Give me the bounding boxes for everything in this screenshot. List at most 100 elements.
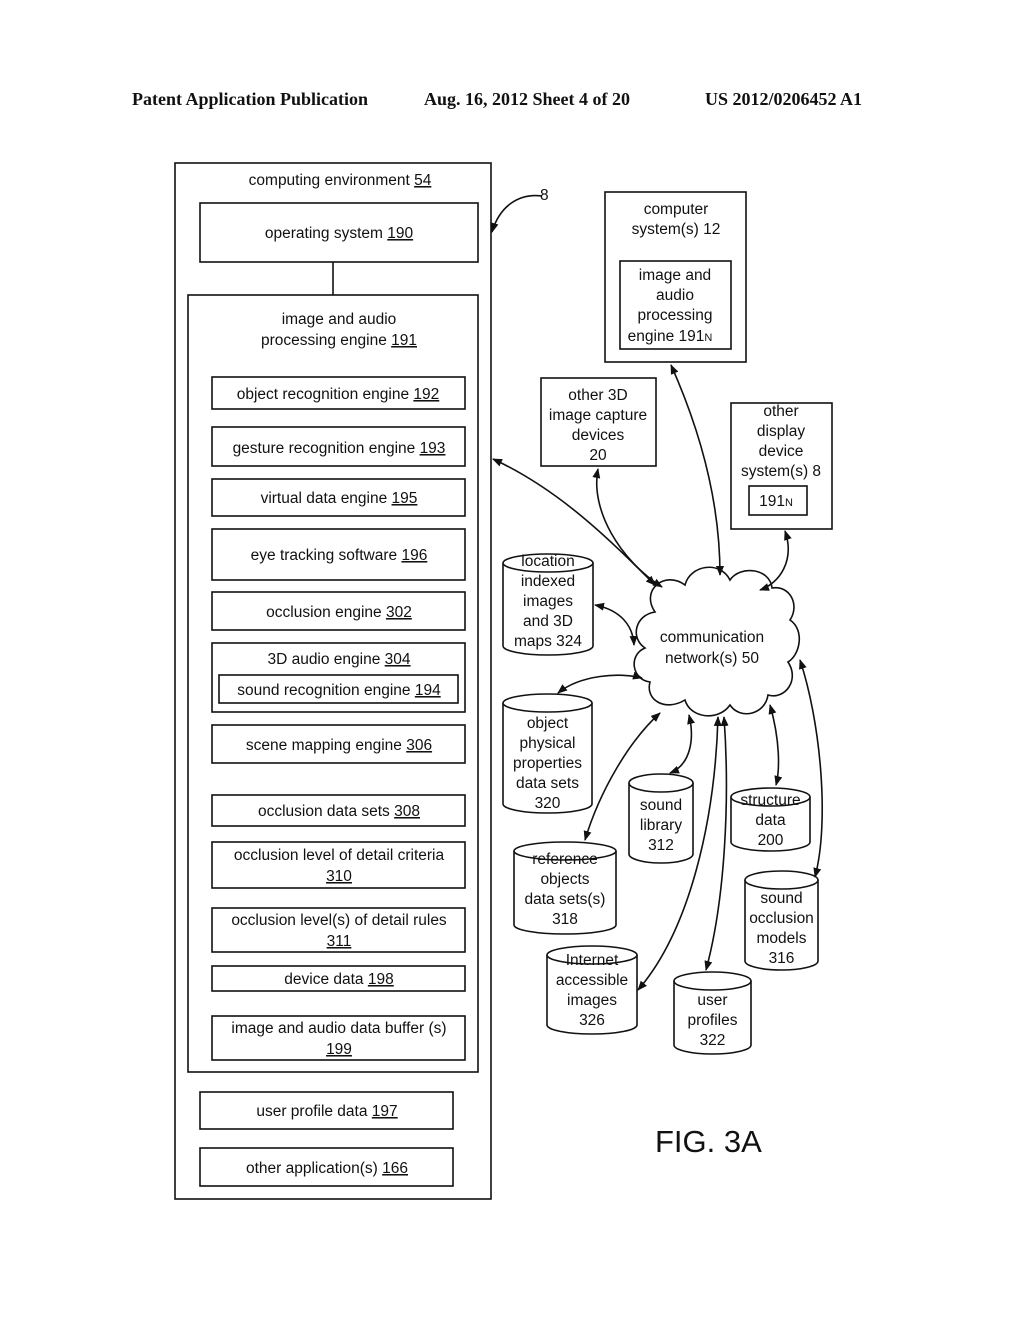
- db-label-line: maps 324: [514, 633, 582, 650]
- communication-network-cloud: communication network(s) 50: [633, 566, 800, 717]
- db-internet-accessible-images: Internet accessible images 326: [546, 945, 638, 1035]
- connector-computers-network: [670, 364, 724, 576]
- svg-text:occlusion level of detail crit: occlusion level of detail criteria: [234, 847, 445, 864]
- svg-text:311: 311: [327, 933, 352, 950]
- module-sound-recognition: sound recognition engine 194: [218, 674, 459, 704]
- db-label-line: indexed: [521, 573, 575, 590]
- svg-text:user profile data 197: user profile data 197: [256, 1103, 397, 1120]
- svg-text:object recognition engine 192: object recognition engine 192: [237, 386, 440, 403]
- remote-engine-191n: 191N: [748, 485, 808, 516]
- db-label-line: images: [523, 593, 573, 610]
- connector-structure-network: [768, 704, 783, 786]
- db-sound-library: sound library 312: [628, 773, 694, 864]
- connector-capture-network: [592, 468, 663, 588]
- db-label-line: structure: [740, 792, 800, 809]
- module-scene-mapping: scene mapping engine 306: [211, 724, 466, 764]
- svg-text:virtual data engine 195: virtual data engine 195: [261, 490, 418, 507]
- svg-text:computer: computer: [644, 201, 709, 218]
- remote-processing-engine: image and audio processing engine 191N: [619, 260, 732, 350]
- svg-text:sound recognition engine 194: sound recognition engine 194: [237, 682, 441, 699]
- svg-text:image capture: image capture: [549, 407, 647, 424]
- db-label-line: sound: [760, 890, 802, 907]
- system-diagram: computing environment 54 operating syste…: [174, 162, 833, 1200]
- svg-text:processing engine 191: processing engine 191: [261, 332, 417, 349]
- computing-environment-title: computing environment 54: [249, 172, 432, 189]
- svg-text:communication: communication: [660, 629, 764, 646]
- db-user-profiles: user profiles 322: [673, 971, 752, 1055]
- module-data-buffer: image and audio data buffer (s) 199: [211, 1015, 466, 1061]
- svg-text:audio: audio: [656, 287, 694, 304]
- db-label-line: accessible: [556, 972, 628, 989]
- svg-text:system(s) 12: system(s) 12: [632, 221, 721, 238]
- capture-devices-box: other 3D image capture devices 20: [540, 377, 657, 467]
- db-label-line: 322: [700, 1032, 726, 1049]
- db-label-line: profiles: [688, 1012, 738, 1029]
- operating-system-box: operating system 190: [199, 202, 479, 263]
- db-label-line: Internet: [566, 952, 619, 969]
- module-eye-tracking: eye tracking software 196: [211, 528, 466, 581]
- db-label-line: object: [527, 715, 569, 732]
- svg-text:other: other: [763, 403, 798, 420]
- module-3d-audio-engine: 3D audio engine 304 sound recognition en…: [211, 642, 466, 713]
- module-virtual-data-engine: virtual data engine 195: [211, 478, 466, 517]
- svg-text:display: display: [757, 423, 805, 440]
- module-device-data: device data 198: [211, 965, 466, 992]
- db-label-line: 318: [552, 911, 578, 928]
- connector-object-network: [557, 671, 643, 694]
- svg-text:occlusion level(s) of detail r: occlusion level(s) of detail rules: [231, 912, 447, 929]
- module-occlusion-lod-rules: occlusion level(s) of detail rules 311: [211, 907, 466, 953]
- connector-sound-library-network: [669, 714, 695, 774]
- db-label-line: models: [757, 930, 807, 947]
- db-label-line: reference: [532, 851, 597, 868]
- svg-text:image and: image and: [639, 267, 711, 284]
- svg-text:gesture recognition engine 193: gesture recognition engine 193: [233, 440, 446, 457]
- db-location-indexed-images: location indexed images and 3D maps 324: [502, 553, 594, 656]
- svg-text:3D audio engine 304: 3D audio engine 304: [267, 651, 410, 668]
- other-applications-box: other application(s) 166: [199, 1147, 454, 1187]
- db-label-line: 200: [758, 832, 784, 849]
- svg-text:occlusion data sets 308: occlusion data sets 308: [258, 803, 420, 820]
- svg-text:other 3D: other 3D: [568, 387, 627, 404]
- module-gesture-recognition: gesture recognition engine 193: [211, 426, 466, 467]
- svg-text:occlusion engine 302: occlusion engine 302: [266, 604, 412, 621]
- svg-text:eye tracking software 196: eye tracking software 196: [251, 547, 428, 564]
- db-label-line: properties: [513, 755, 582, 772]
- db-label-line: 320: [535, 795, 561, 812]
- db-label-line: 316: [769, 950, 795, 967]
- db-reference-objects: reference objects data sets(s) 318: [513, 841, 617, 935]
- db-label-line: 312: [648, 837, 674, 854]
- computer-systems-box: computer system(s) 12 image and audio pr…: [604, 191, 747, 363]
- db-sound-occlusion-models: sound occlusion models 316: [744, 870, 819, 971]
- svg-text:engine 191N: engine 191N: [628, 328, 713, 345]
- db-label-line: physical: [520, 735, 576, 752]
- svg-text:199: 199: [326, 1041, 352, 1058]
- module-object-recognition: object recognition engine 192: [211, 376, 466, 410]
- connector-location-network: [594, 602, 638, 646]
- db-object-physical-properties: object physical properties data sets 320: [502, 693, 593, 814]
- svg-text:image and audio: image and audio: [282, 311, 397, 328]
- figure-label: FIG. 3A: [655, 1124, 762, 1159]
- db-label-line: library: [640, 817, 682, 834]
- svg-text:system(s) 8: system(s) 8: [741, 463, 821, 480]
- db-label-line: data sets: [516, 775, 579, 792]
- module-occlusion-lod-criteria: occlusion level of detail criteria 310: [211, 841, 466, 889]
- db-label-line: data sets(s): [525, 891, 606, 908]
- svg-text:8: 8: [540, 187, 549, 204]
- db-label-line: objects: [540, 871, 589, 888]
- svg-text:310: 310: [326, 868, 352, 885]
- svg-text:device data 198: device data 198: [284, 971, 393, 988]
- db-label-line: images: [567, 992, 617, 1009]
- svg-text:other application(s) 166: other application(s) 166: [246, 1160, 408, 1177]
- module-occlusion-data-sets: occlusion data sets 308: [211, 794, 466, 827]
- db-structure-data: structure data 200: [730, 787, 811, 852]
- module-occlusion-engine: occlusion engine 302: [211, 591, 466, 631]
- user-profile-data-box: user profile data 197: [199, 1091, 454, 1130]
- svg-text:image and audio data buffer (s: image and audio data buffer (s): [231, 1020, 446, 1037]
- db-label-line: sound: [640, 797, 682, 814]
- db-label-line: user: [697, 992, 727, 1009]
- svg-text:20: 20: [589, 447, 607, 464]
- db-label-line: occlusion: [749, 910, 814, 927]
- svg-text:processing: processing: [638, 307, 713, 324]
- db-label-line: and 3D: [523, 613, 573, 630]
- db-label-line: location: [521, 553, 574, 570]
